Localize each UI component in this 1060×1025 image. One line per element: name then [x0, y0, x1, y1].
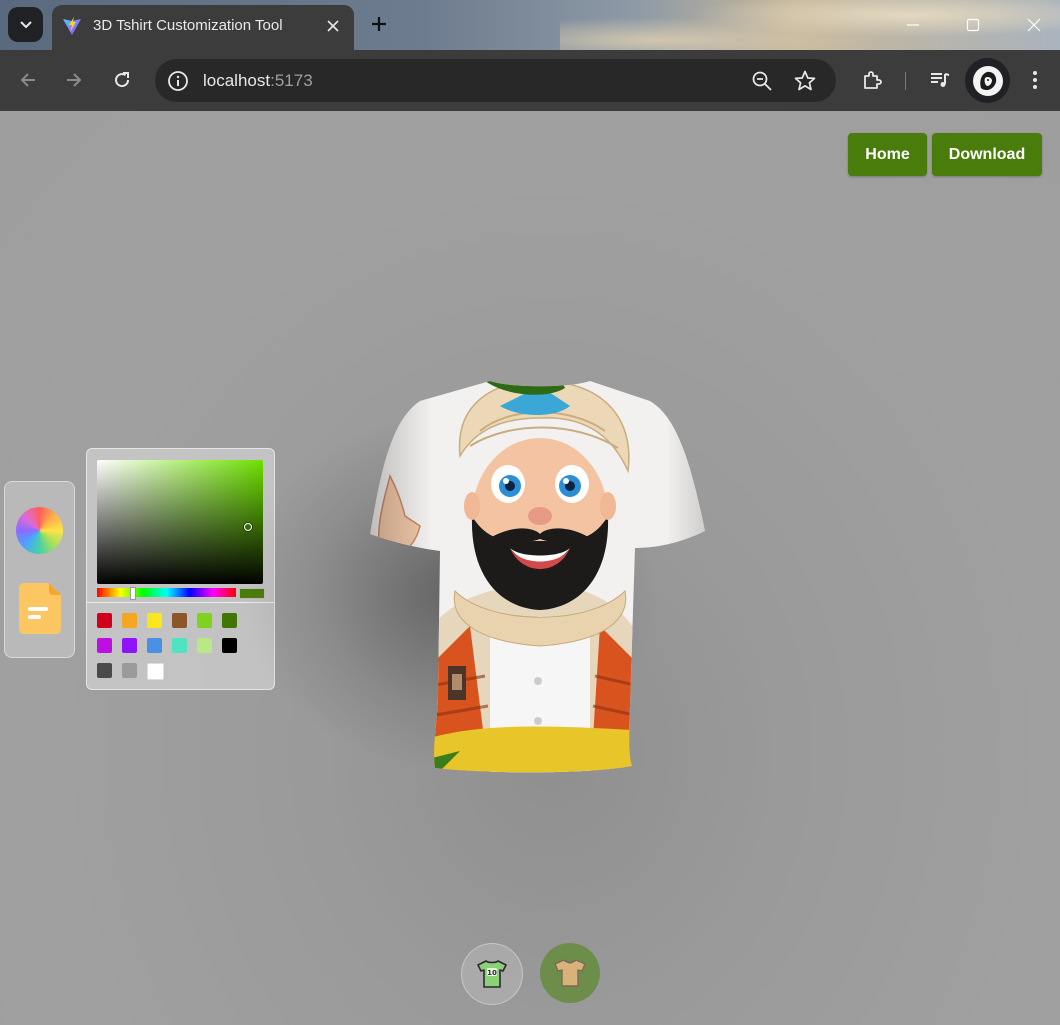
tshirt-full-icon: [554, 959, 586, 987]
back-button[interactable]: [14, 66, 42, 94]
color-swatch[interactable]: [172, 638, 187, 653]
saturation-area[interactable]: [97, 460, 263, 584]
logo-mode-button[interactable]: 10: [461, 943, 523, 1005]
forward-button[interactable]: [60, 66, 88, 94]
tab-title: 3D Tshirt Customization Tool: [93, 17, 283, 34]
avatar: [972, 65, 1003, 96]
maximize-icon: [966, 18, 980, 32]
color-wheel-icon[interactable]: [16, 507, 63, 554]
browser-menu-button[interactable]: [1021, 66, 1049, 94]
zoom-out-icon[interactable]: [751, 70, 773, 92]
file-icon[interactable]: [19, 583, 61, 634]
color-swatch[interactable]: [147, 663, 164, 680]
tshirt-logo-icon: 10: [477, 960, 507, 988]
hue-slider-thumb[interactable]: [130, 587, 136, 600]
info-icon[interactable]: [167, 70, 189, 92]
close-tab-icon[interactable]: [322, 15, 344, 37]
toolbar-divider: [905, 72, 906, 90]
hue-slider[interactable]: [97, 587, 236, 600]
tab-search-button[interactable]: [8, 7, 43, 42]
puzzle-icon: [864, 71, 882, 89]
home-button[interactable]: Home: [848, 133, 927, 176]
color-swatch[interactable]: [197, 638, 212, 653]
vite-logo-icon: [63, 17, 81, 35]
new-tab-button[interactable]: [365, 10, 393, 38]
browser-tab[interactable]: 3D Tshirt Customization Tool: [52, 5, 354, 50]
minimize-button[interactable]: [900, 12, 926, 38]
maximize-button[interactable]: [960, 12, 986, 38]
full-texture-mode-button[interactable]: [540, 943, 600, 1003]
reload-button[interactable]: [108, 66, 136, 94]
tshirt-3d-model[interactable]: [360, 376, 720, 786]
tshirt-decal: [370, 381, 705, 773]
download-button[interactable]: Download: [932, 133, 1042, 176]
url-port: :5173: [270, 71, 313, 90]
color-swatch[interactable]: [122, 663, 137, 678]
playlist-music-icon: [931, 73, 950, 87]
arrow-left-icon: [20, 73, 35, 87]
media-controls-button[interactable]: [926, 66, 954, 94]
extensions-button[interactable]: [858, 66, 886, 94]
browser-toolbar: localhost:5173: [0, 50, 1060, 112]
minimize-icon: [907, 24, 919, 26]
chevron-down-icon: [19, 20, 32, 28]
arrow-right-icon: [67, 73, 82, 87]
color-swatch[interactable]: [172, 613, 187, 628]
app-canvas[interactable]: Home Download 10: [0, 111, 1060, 1025]
color-swatch[interactable]: [97, 613, 112, 628]
color-swatch[interactable]: [197, 613, 212, 628]
kebab-menu-icon: [1033, 71, 1037, 89]
url-text: localhost:5173: [203, 71, 313, 91]
color-swatch[interactable]: [222, 613, 237, 628]
profile-button[interactable]: [965, 58, 1010, 103]
bookmark-star-icon[interactable]: [793, 69, 817, 93]
address-bar[interactable]: localhost:5173: [155, 59, 836, 102]
close-window-button[interactable]: [1021, 12, 1047, 38]
color-swatch[interactable]: [147, 613, 162, 628]
browser-tab-bar: 3D Tshirt Customization Tool: [0, 0, 1060, 50]
close-icon: [1027, 18, 1041, 32]
svg-text:10: 10: [487, 969, 497, 977]
color-swatch[interactable]: [147, 638, 162, 653]
color-swatch[interactable]: [122, 638, 137, 653]
saturation-cursor[interactable]: [244, 523, 252, 531]
url-host: localhost: [203, 71, 271, 90]
color-swatch[interactable]: [222, 638, 237, 653]
plus-icon: [372, 17, 386, 31]
color-swatch[interactable]: [97, 663, 112, 678]
color-swatch[interactable]: [122, 613, 137, 628]
profile-lion-icon: [973, 66, 1002, 95]
color-swatch[interactable]: [97, 638, 112, 653]
editor-tabs-panel: [4, 481, 75, 658]
reload-icon: [115, 72, 130, 88]
